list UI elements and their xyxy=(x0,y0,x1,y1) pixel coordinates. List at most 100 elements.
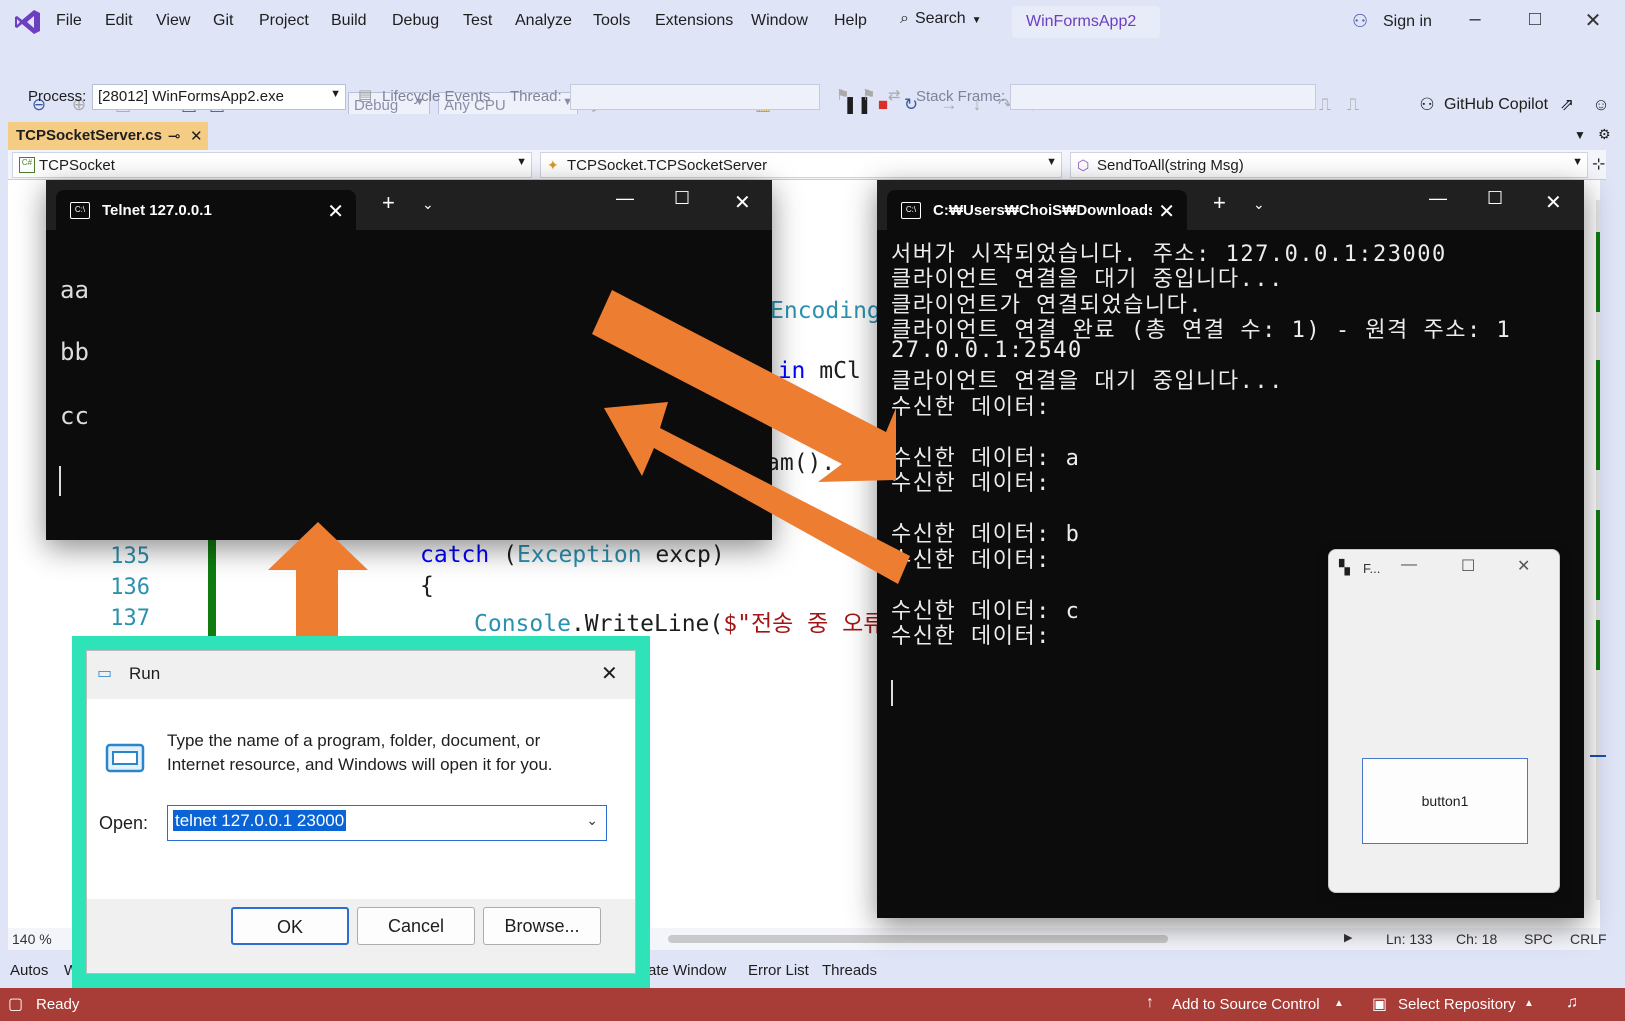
close-window-icon[interactable]: ✕ xyxy=(1517,556,1530,576)
menu-tools[interactable]: Tools xyxy=(593,12,630,30)
chevron-down-icon: ▼ xyxy=(1572,156,1583,168)
close-dialog-icon[interactable]: ✕ xyxy=(601,661,618,686)
project-dropdown[interactable]: C# TCPSocket ▼ xyxy=(12,152,532,178)
chevron-down-icon[interactable]: ⌄ xyxy=(422,196,434,213)
sign-in-link[interactable]: Sign in xyxy=(1383,13,1432,31)
terminal-tab[interactable]: C:\ Telnet 127.0.0.1 ✕ xyxy=(56,190,356,230)
thread-dropdown[interactable] xyxy=(570,84,820,110)
code-console-class: Console xyxy=(474,611,571,637)
select-repository-button[interactable]: Select Repository xyxy=(1398,996,1516,1013)
menu-extensions[interactable]: Extensions xyxy=(655,12,733,30)
close-tab-icon[interactable]: ✕ xyxy=(327,199,344,224)
menu-help[interactable]: Help xyxy=(834,12,867,30)
member-dropdown[interactable]: ⬡ SendToAll(string Msg) ▼ xyxy=(1070,152,1588,178)
flag-icon[interactable]: ⚑ xyxy=(836,86,849,104)
code-brace: { xyxy=(420,573,434,599)
member-name: SendToAll(string Msg) xyxy=(1097,157,1244,174)
code-excp: excp) xyxy=(641,542,725,568)
menu-window[interactable]: Window xyxy=(751,12,808,30)
tab-tcpsocketserver[interactable]: TCPSocketServer.cs ⊸ ✕ xyxy=(8,122,208,150)
line-number: 135 xyxy=(110,544,150,569)
split-icon[interactable]: ⊹ xyxy=(1592,154,1605,174)
whitespace-indicator[interactable]: SPC xyxy=(1524,931,1553,947)
console-line: 수신한 데이터: xyxy=(891,471,1051,496)
maximize-icon[interactable]: ☐ xyxy=(1487,188,1503,209)
console-tab[interactable]: C:\ C:₩Users₩ChoiS₩Downloads₩ ✕ xyxy=(887,190,1187,230)
process-dropdown[interactable]: [28012] WinFormsApp2.exe ▼ xyxy=(92,84,346,110)
menu-test[interactable]: Test xyxy=(463,12,492,30)
tab-list-icon[interactable]: ▼ xyxy=(1574,128,1586,142)
minimize-icon[interactable]: — xyxy=(616,188,634,209)
tab-threads[interactable]: Threads xyxy=(822,962,877,979)
status-ready: Ready xyxy=(36,996,80,1013)
output-icon[interactable]: ▢ xyxy=(8,994,23,1014)
browse-button[interactable]: Browse... xyxy=(483,907,601,945)
cancel-button[interactable]: Cancel xyxy=(357,907,475,945)
chevron-up-icon: ▲ xyxy=(1524,998,1534,1009)
maximize-icon[interactable]: □ xyxy=(1520,8,1550,36)
tab-error-list[interactable]: Error List xyxy=(748,962,809,979)
new-tab-icon[interactable]: + xyxy=(1213,190,1226,216)
thread-label: Thread: xyxy=(510,88,562,105)
stack-frame-dropdown[interactable] xyxy=(1010,84,1316,110)
telnet-terminal-window[interactable]: C:\ Telnet 127.0.0.1 ✕ + ⌄ — ☐ ✕ aa bb c… xyxy=(46,180,772,540)
menu-view[interactable]: View xyxy=(156,12,190,30)
console-line: 수신한 데이터: xyxy=(891,395,1051,420)
terminal-tab-title: Telnet 127.0.0.1 xyxy=(102,202,212,219)
settings-icon[interactable]: ⚙ xyxy=(1598,126,1611,143)
terminal-icon: C:\ xyxy=(901,202,921,219)
run-dialog-title-bar xyxy=(87,651,635,699)
lifecycle-icon: ▤ xyxy=(358,87,373,104)
form-title: F... xyxy=(1363,561,1381,576)
menu-build[interactable]: Build xyxy=(331,12,367,30)
search-box[interactable]: ⌕ Search ▼ xyxy=(900,10,982,28)
close-tab-icon[interactable]: ✕ xyxy=(1152,199,1175,224)
run-description-line-2: Internet resource, and Windows will open… xyxy=(167,755,553,774)
close-window-icon[interactable]: ✕ xyxy=(734,190,751,215)
close-window-icon[interactable]: ✕ xyxy=(1545,190,1562,215)
winforms-form-window[interactable]: ▚ F... — ☐ ✕ button1 xyxy=(1328,549,1560,893)
menu-file[interactable]: File xyxy=(56,12,82,30)
menu-edit[interactable]: Edit xyxy=(105,12,133,30)
process-label: Process: xyxy=(28,88,87,105)
maximize-icon[interactable]: ☐ xyxy=(674,188,690,209)
menu-debug[interactable]: Debug xyxy=(392,12,439,30)
run-program-icon xyxy=(105,743,145,773)
menu-git[interactable]: Git xyxy=(213,12,233,30)
button1[interactable]: button1 xyxy=(1362,758,1528,844)
menu-project[interactable]: Project xyxy=(259,12,309,30)
code-in-rest: mCl xyxy=(819,358,861,384)
close-icon[interactable]: ✕ xyxy=(1578,8,1608,36)
form-app-icon: ▚ xyxy=(1339,559,1350,575)
line-indicator[interactable]: Ln: 133 xyxy=(1386,931,1433,947)
ok-button[interactable]: OK xyxy=(231,907,349,945)
menu-bar: File Edit View Git Project Build Debug T… xyxy=(0,0,1625,44)
flag-all-icon[interactable]: ⚑ xyxy=(862,86,875,104)
tab-autos[interactable]: Autos xyxy=(10,962,48,979)
minimize-icon[interactable]: – xyxy=(1460,8,1490,36)
menu-analyze[interactable]: Analyze xyxy=(515,12,572,30)
standard-toolbar: ⊖ ⊕ ▤ ▰ ▣ ▣ ↶ ↷ Debug▼ Any CPU▼ ▶ Contin… xyxy=(0,44,1625,119)
close-tab-icon[interactable]: ✕ xyxy=(190,127,203,145)
minimize-icon[interactable]: — xyxy=(1429,188,1447,209)
lifecycle-events-button[interactable]: Lifecycle Events xyxy=(382,88,490,105)
add-to-source-control-button[interactable]: Add to Source Control xyxy=(1172,996,1320,1013)
chevron-down-icon[interactable]: ⌄ xyxy=(586,812,598,829)
pin-icon[interactable]: ⊸ xyxy=(168,127,181,145)
stack-icon[interactable]: ⇄ xyxy=(888,86,901,104)
scroll-right-icon[interactable]: ▶ xyxy=(1344,931,1352,944)
open-input[interactable]: telnet 127.0.0.1 23000 ⌄ xyxy=(167,805,607,841)
tab-immediate-window[interactable]: ate Window xyxy=(648,962,726,979)
minimize-icon[interactable]: — xyxy=(1401,556,1417,574)
class-dropdown[interactable]: ✦ TCPSocket.TCPSocketServer ▼ xyxy=(540,152,1062,178)
run-dialog[interactable]: ▭ Run ✕ Type the name of a program, fold… xyxy=(86,650,636,974)
chevron-down-icon[interactable]: ⌄ xyxy=(1253,196,1265,213)
new-tab-icon[interactable]: + xyxy=(382,190,395,216)
visual-studio-logo-icon[interactable] xyxy=(14,8,42,36)
column-indicator[interactable]: Ch: 18 xyxy=(1456,931,1497,947)
maximize-icon[interactable]: ☐ xyxy=(1461,556,1475,576)
line-ending-indicator[interactable]: CRLF xyxy=(1570,931,1607,947)
notifications-icon[interactable]: ♫ xyxy=(1566,994,1578,1012)
zoom-level[interactable]: 140 % xyxy=(12,931,52,947)
horizontal-scrollbar[interactable] xyxy=(668,935,1168,943)
